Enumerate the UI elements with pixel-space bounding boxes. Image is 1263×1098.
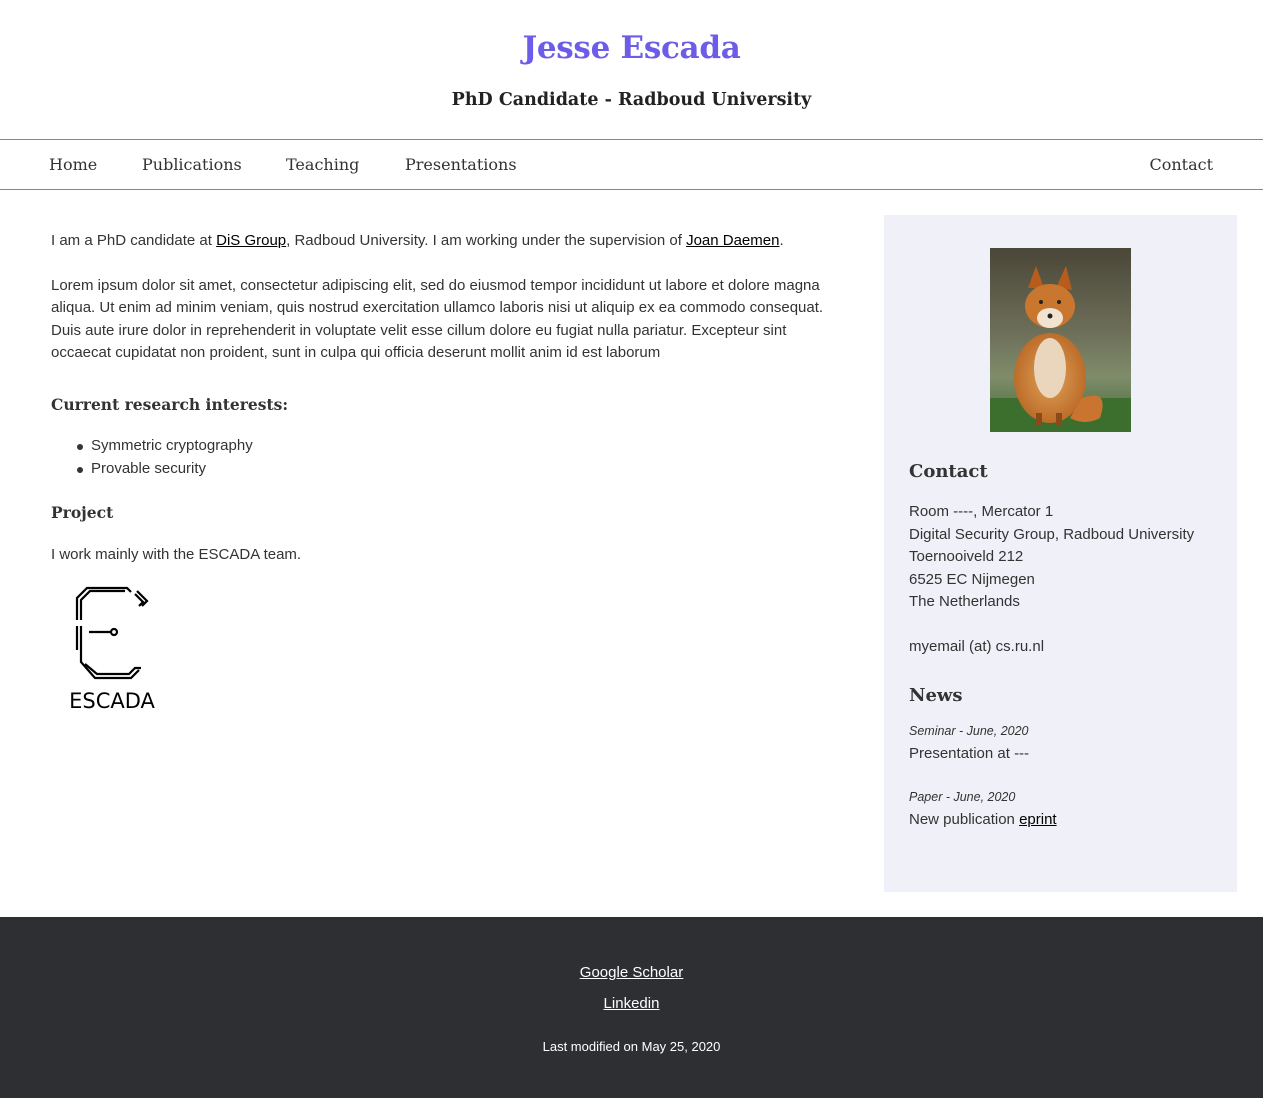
intro-text: I am a PhD candidate at	[51, 232, 217, 249]
nav-home[interactable]: Home	[49, 140, 97, 189]
intro-text: , Radboud University. I am working under…	[286, 232, 687, 249]
list-item: Provable security	[77, 457, 831, 480]
news-meta: Paper - June, 2020	[909, 789, 1016, 804]
site-subtitle: PhD Candidate - Radboud University	[451, 90, 812, 110]
news-item: Paper - June, 2020 New publication eprin…	[909, 788, 1219, 832]
escada-logo: ESCADA	[69, 586, 156, 712]
lorem-paragraph: Lorem ipsum dolor sit amet, consectetur …	[51, 276, 824, 362]
sidebar: Contact Room ----, Mercator 1 Digital Se…	[884, 215, 1237, 892]
list-item: Symmetric cryptography	[77, 434, 831, 457]
main-nav: Home Publications Teaching Presentations…	[0, 139, 1263, 190]
profile-photo	[990, 248, 1131, 432]
email-text: myemail (at) cs.ru.nl	[909, 637, 1045, 655]
content-area: I am a PhD candidate at DiS Group, Radbo…	[0, 190, 1263, 917]
project-heading: Project	[51, 503, 114, 522]
site-header: Jesse Escada PhD Candidate - Radboud Uni…	[0, 0, 1263, 139]
google-scholar-label: Google Scholar	[579, 964, 684, 981]
dis-group-link[interactable]: DiS Group	[216, 232, 286, 249]
site-footer: Google Scholar Linkedin Last modified on…	[0, 917, 1263, 1098]
linkedin-label: Linkedin	[603, 995, 660, 1012]
news-item: Seminar - June, 2020 Presentation at ---	[909, 722, 1219, 766]
address-block: Room ----, Mercator 1 Digital Security G…	[909, 501, 1219, 614]
intro-paragraph: I am a PhD candidate at DiS Group, Radbo…	[51, 230, 831, 253]
nav-presentations[interactable]: Presentations	[405, 140, 517, 189]
site-title: Jesse Escada	[522, 30, 741, 66]
news-text: Presentation at ---	[909, 745, 1030, 762]
intro-text: .	[779, 232, 784, 249]
news-heading: News	[909, 685, 963, 706]
supervisor-link[interactable]: Joan Daemen	[686, 232, 779, 249]
address-line: Room ----, Mercator 1	[909, 503, 1054, 520]
sidebar-content: Contact Room ----, Mercator 1 Digital Se…	[909, 460, 1219, 831]
main-column: I am a PhD candidate at DiS Group, Radbo…	[51, 230, 831, 712]
interests-list: Symmetric cryptography Provable security	[51, 434, 831, 480]
news-meta: Seminar - June, 2020	[909, 724, 1029, 738]
news-body: New publication eprint	[909, 809, 1219, 832]
nav-contact[interactable]: Contact	[1149, 140, 1213, 189]
linkedin-link[interactable]: Linkedin	[0, 995, 1263, 1012]
contact-heading: Contact	[909, 461, 988, 482]
nav-publications[interactable]: Publications	[142, 140, 242, 189]
project-text: I work mainly with the ESCADA team.	[51, 545, 302, 563]
news-text: New publication	[909, 810, 1020, 828]
logo-text: ESCADA	[69, 689, 155, 712]
nav-teaching[interactable]: Teaching	[286, 140, 359, 189]
google-scholar-link[interactable]: Google Scholar	[0, 964, 1263, 981]
last-modified: Last modified on May 25, 2020	[542, 1039, 721, 1054]
address-line: 6525 EC Nijmegen	[909, 570, 1035, 588]
interests-heading: Current research interests:	[51, 394, 289, 414]
address-line: The Netherlands	[909, 593, 1020, 610]
address-line: Digital Security Group, Radboud Universi…	[909, 525, 1195, 543]
eprint-link[interactable]: eprint	[1019, 811, 1057, 828]
address-line: Toernooiveld 212	[909, 548, 1024, 565]
